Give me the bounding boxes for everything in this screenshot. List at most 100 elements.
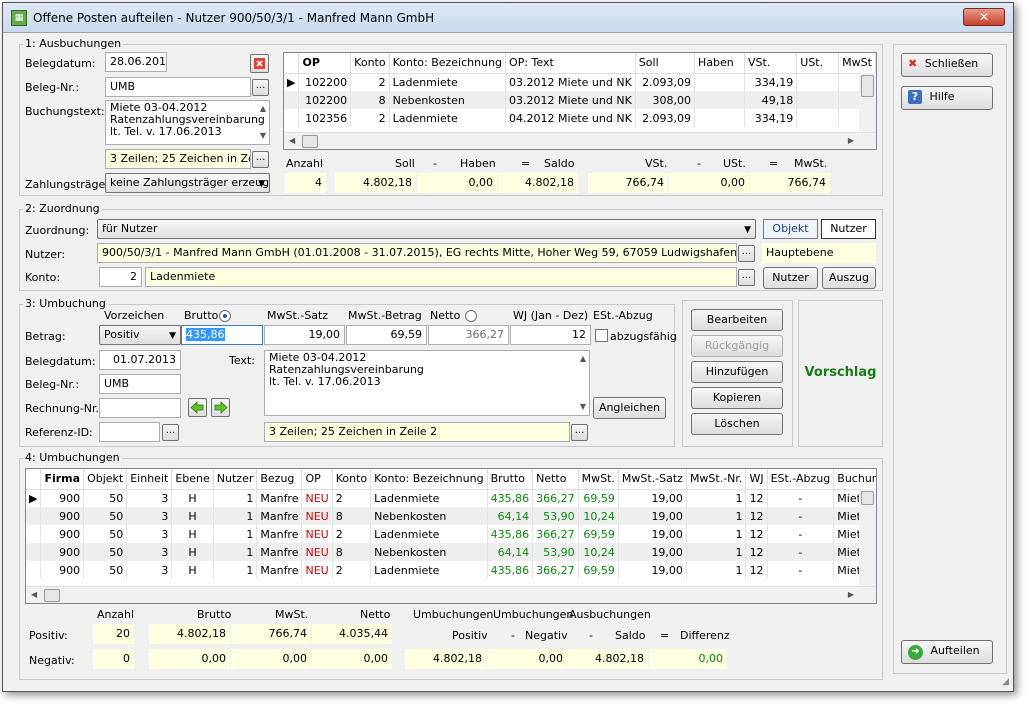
umb-text-lookup-button[interactable]: ... (571, 424, 588, 441)
op-header-cell[interactable]: OP (298, 53, 352, 74)
buchungstext-lookup-button[interactable]: ... (252, 151, 269, 168)
buchungstext-field[interactable]: Miete 03-04.2012 Ratenzahlungsvereinbaru… (105, 100, 270, 145)
scroll-left-arrow[interactable]: ◀ (289, 136, 295, 145)
schliessen-button[interactable]: ✖ Schließen (901, 53, 993, 77)
auszug-button[interactable]: Auszug (822, 267, 876, 289)
umb-header-cell[interactable]: OP (301, 469, 333, 490)
scroll-right-arrow[interactable]: ▶ (848, 136, 854, 145)
scroll-thumb[interactable] (861, 75, 874, 97)
umb-horizontal-scrollbar[interactable]: ◀ ▶ (26, 586, 876, 603)
abzugsfaehig-checkbox[interactable] (595, 329, 608, 342)
bearbeiten-button[interactable]: Bearbeiten (691, 309, 783, 331)
netto-field[interactable]: 366,27 (428, 325, 509, 345)
nutzer-field[interactable]: 900/50/3/1 - Manfred Mann GmbH (01.01.20… (97, 243, 737, 263)
konto-nr-field[interactable]: 2 (99, 267, 142, 287)
hilfe-button[interactable]: ? Hilfe (901, 86, 993, 110)
hinzufuegen-button[interactable]: Hinzufügen (691, 361, 783, 383)
scroll-right-arrow[interactable]: ▶ (848, 590, 854, 599)
umb-row[interactable]: 900 50 3 H 1 Manfre NEU 8 Nebenkosten 64,14 53,90 1… (26, 543, 876, 561)
op-header-cell[interactable]: Haben (694, 53, 745, 74)
scroll-left-arrow[interactable]: ◀ (31, 590, 37, 599)
umb-header-cell[interactable]: Konto (332, 469, 372, 490)
referenz-lookup-button[interactable]: ... (162, 424, 179, 441)
umb-row[interactable]: ▶ 900 50 3 H 1 Manfre NEU 2 Ladenmiete 435,86 366,2… (26, 489, 876, 507)
brutto-radio[interactable] (219, 310, 231, 322)
kopieren-button[interactable]: Kopieren (691, 387, 783, 409)
clear-date-button[interactable] (250, 54, 269, 73)
umb-header-cell[interactable]: Objekt (83, 469, 128, 490)
belegdatum-field[interactable]: 28.06.2013 (105, 52, 167, 72)
umbuchungen-grid[interactable]: Firma Objekt Einheit Ebene Nutzer Bezug … (25, 468, 877, 604)
previous-arrow-button[interactable] (188, 398, 207, 417)
konto-name-field[interactable]: Ladenmiete (145, 267, 737, 287)
belegnr-field[interactable]: UMB (105, 77, 251, 97)
op-row[interactable]: 102200 8 Nebenkosten 03.2012 Miete und N… (284, 91, 876, 109)
umb-header-cell[interactable]: Nutzer (213, 469, 258, 490)
resize-grip-icon[interactable]: ◢ (1002, 677, 1009, 687)
op-vertical-scrollbar[interactable] (859, 73, 876, 133)
op-row[interactable]: ▶ 102200 2 Ladenmiete 03.2012 Miete und … (284, 73, 876, 91)
loeschen-button[interactable]: Löschen (691, 413, 783, 435)
umb-row[interactable]: 900 50 3 H 1 Manfre NEU 2 Ladenmiete 435,86 366,27… (26, 561, 876, 579)
umb-text-field[interactable]: Miete 03-04.2012 Ratenzahlungsvereinbaru… (264, 350, 590, 416)
scroll-up-arrow[interactable]: ▲ (260, 103, 266, 115)
umb-header-cell[interactable]: Buchungstext (833, 469, 876, 490)
umb-header-cell[interactable]: Ebene (171, 469, 214, 490)
umb-header-cell[interactable]: MwSt. (578, 469, 619, 490)
scroll-thumb[interactable] (44, 589, 60, 602)
wj-field[interactable]: 12 (510, 325, 591, 345)
mwstbetrag-field[interactable]: 69,59 (346, 325, 427, 345)
op-header-cell[interactable]: Konto: Bezeichnung (389, 53, 507, 74)
umb-header-cell[interactable]: Brutto (487, 469, 534, 490)
brutto-field[interactable]: 435,86 (181, 325, 263, 345)
op-header-cell[interactable]: OP: Text (505, 53, 636, 74)
umb-header-cell[interactable]: Netto (532, 469, 579, 490)
umb-header-cell[interactable]: MwSt.-Nr. (686, 469, 747, 490)
scroll-thumb[interactable] (861, 491, 874, 505)
next-arrow-button[interactable] (211, 398, 230, 417)
umb-header-cell[interactable]: Bezug (256, 469, 303, 490)
vorzeichen-select[interactable]: Positiv ▼ (99, 325, 181, 345)
op-header-cell[interactable]: USt. (796, 53, 840, 74)
objekt-toggle[interactable]: Objekt (763, 219, 818, 239)
umb-header-cell[interactable]: Firma (40, 469, 85, 490)
op-header-cell[interactable]: VSt. (744, 53, 798, 74)
zuordnung-select[interactable]: für Nutzer ▼ (97, 219, 756, 239)
zahlungstraeger-select[interactable]: keine Zahlungsträger erzeugen ▼ (105, 173, 270, 193)
umb-header-cell[interactable]: WJ (745, 469, 768, 490)
netto-radio[interactable] (465, 310, 477, 322)
umb-row[interactable]: 900 50 3 H 1 Manfre NEU 2 Ladenmiete 435,86 366,27… (26, 525, 876, 543)
referenz-field[interactable] (99, 422, 160, 442)
nutzer-toggle[interactable]: Nutzer (821, 219, 876, 239)
op-horizontal-scrollbar[interactable]: ◀ ▶ (284, 132, 876, 149)
rueckgaengig-button[interactable]: Rückgängig (691, 335, 783, 357)
umb-row[interactable]: 900 50 3 H 1 Manfre NEU 8 Nebenkosten 64,14 53,90 1… (26, 507, 876, 525)
window-close-button[interactable]: ✕ (963, 8, 1005, 26)
rechnung-field[interactable] (99, 398, 181, 418)
vorschlag-panel[interactable]: Vorschlag (798, 300, 883, 447)
konto-lookup-button[interactable]: ... (738, 269, 755, 286)
scroll-up-arrow[interactable]: ▲ (580, 353, 586, 365)
op-header-cell[interactable]: MwSt (838, 53, 876, 74)
op-row[interactable]: 102356 2 Ladenmiete 04.2012 Miete und NK… (284, 109, 876, 127)
op-header-cell[interactable]: Soll (635, 53, 696, 74)
umb-header-cell[interactable]: MwSt.-Satz (618, 469, 687, 490)
nutzer-button[interactable]: Nutzer (763, 267, 818, 289)
umb-vertical-scrollbar[interactable] (859, 489, 876, 587)
umb-header-cell[interactable]: ESt.-Abzug (767, 469, 835, 490)
scroll-down-arrow[interactable]: ▼ (260, 130, 266, 142)
nutzer-lookup-button[interactable]: ... (738, 245, 755, 262)
umb-header-cell[interactable]: Konto: Bezeichnung (370, 469, 488, 490)
umb-belegdatum-field[interactable]: 01.07.2013 (99, 350, 181, 370)
op-grid[interactable]: OP Konto Konto: Bezeichnung OP: Text Sol… (283, 52, 877, 150)
umb-header-cell[interactable]: Einheit (126, 469, 173, 490)
belegnr-lookup-button[interactable]: ... (252, 79, 269, 96)
mwstsatz-field[interactable]: 19,00 (264, 325, 345, 345)
scroll-thumb[interactable] (302, 135, 318, 148)
op-header-cell[interactable]: Konto (350, 53, 390, 74)
sum-haben-value: 0,00 (417, 173, 497, 193)
aufteilen-button[interactable]: ➜ Aufteilen (901, 640, 993, 664)
umb-belegnr-field[interactable]: UMB (99, 374, 181, 394)
angleichen-button[interactable]: Angleichen (593, 397, 666, 419)
scroll-down-arrow[interactable]: ▼ (580, 401, 586, 413)
